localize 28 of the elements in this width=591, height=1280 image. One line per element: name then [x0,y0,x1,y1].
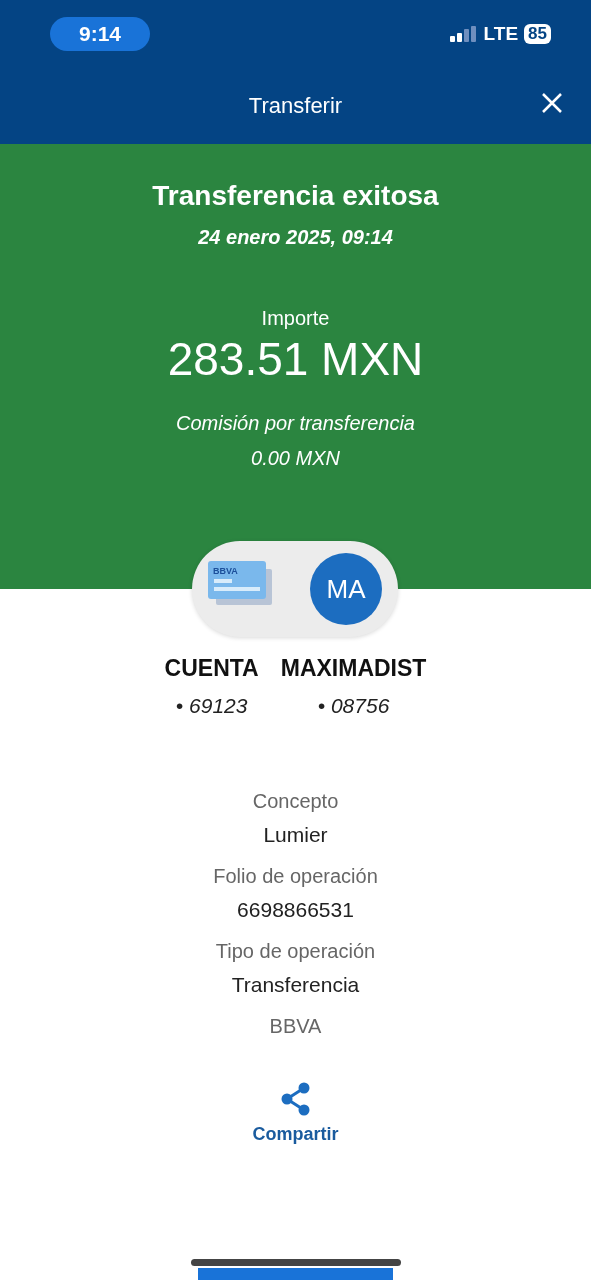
amount-value: 283.51 MXN [167,332,424,386]
detail-label: Concepto [252,790,339,813]
account-number: • 08756 [317,694,390,718]
share-button[interactable]: Compartir [252,1082,339,1145]
detail-label: BBVA [269,1015,322,1038]
signal-icon [449,26,478,42]
detail-value: Lumier [263,823,328,847]
status-time: 9:14 [50,17,150,51]
screen-title: Transferir [248,93,343,119]
detail-label: Tipo de operación [215,940,376,963]
transfer-date: 24 enero 2025, 09:14 [198,226,393,249]
card-icon [208,561,272,605]
detail-label: Folio de operación [213,865,378,888]
avatar: MA [310,553,382,625]
account-number: • 69123 [175,694,248,718]
detail-value: 6698866531 [237,898,354,922]
card-brand: BBVA [213,566,238,576]
network-label: LTE [483,23,519,45]
account-name: CUENTA [164,655,259,682]
result-title: Transferencia exitosa [152,180,439,212]
account-name: MAXIMADIST [280,655,427,682]
battery-level: 85 [524,24,551,44]
close-icon[interactable] [541,92,563,114]
fee-label: Comisión por transferencia [176,412,415,435]
detail-value: Transferencia [231,973,360,997]
amount-label: Importe [261,307,330,330]
share-icon [280,1082,311,1116]
fee-value: 0.00 MXN [251,447,340,470]
